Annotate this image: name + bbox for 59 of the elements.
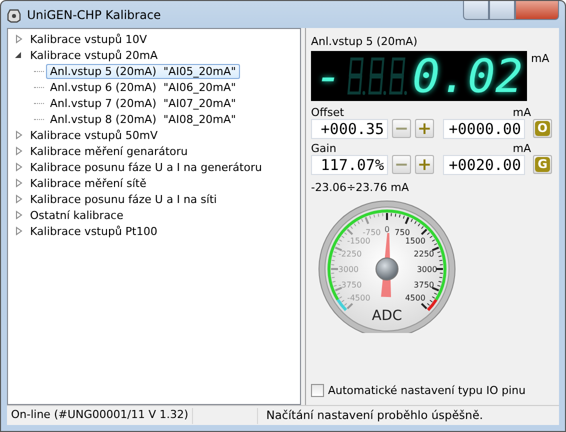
gain-label: Gain [311, 142, 336, 154]
channel-title: Anl.vstup 5 (20mA) [311, 34, 418, 50]
range-label: -23.06÷23.76 mA [311, 180, 410, 196]
tree-item[interactable]: Anl.vstup 8 (20mA) "AI08_20mA" [46, 112, 240, 126]
collapsed-arrow-icon[interactable] [14, 130, 24, 140]
window-title: UniGEN-CHP Kalibrace [27, 6, 161, 24]
tree-item[interactable]: Anl.vstup 6 (20mA) "AI06_20mA" [46, 80, 240, 94]
tree-item[interactable]: Kalibrace vstupů 20mA [26, 48, 162, 62]
display-sign: - [315, 52, 343, 98]
tree-item[interactable]: Anl.vstup 7 (20mA) "AI07_20mA" [46, 96, 240, 110]
unit-label: mA [512, 106, 531, 118]
status-message: Načítání nastavení proběhlo úspěšně. [265, 406, 484, 424]
scale-label: -3750 [338, 280, 362, 290]
collapsed-arrow-icon[interactable] [14, 34, 24, 44]
checkbox[interactable] [311, 384, 324, 398]
collapsed-arrow-icon[interactable] [14, 162, 24, 172]
tree-item[interactable]: Kalibrace posunu fáze U a I na síti [26, 192, 221, 206]
scale-label: 1500 [405, 236, 426, 246]
app-icon [7, 6, 21, 22]
tree-item[interactable]: Kalibrace měření genarátoru [26, 144, 192, 158]
connection-status: On-line (#UNG00001/11 V 1.32) [10, 407, 190, 424]
scale-label: 4500 [405, 293, 426, 302]
value-field[interactable]: 117.07% [311, 154, 388, 174]
gauge-title: ADC [372, 308, 402, 324]
close-button[interactable] [515, 1, 559, 20]
scale-label: 3750 [414, 280, 434, 290]
scale-label: 0 [384, 225, 390, 234]
maximize-button[interactable] [489, 1, 515, 20]
tree-item[interactable]: Anl.vstup 5 (20mA) "AI05_20mA" [46, 64, 240, 78]
unit-label: mA [512, 142, 531, 154]
scale-label: -3000 [335, 265, 359, 274]
collapsed-arrow-icon[interactable] [14, 146, 24, 156]
tree-item[interactable]: Kalibrace vstupů 50mV [26, 128, 162, 142]
scale-label: 750 [394, 228, 410, 238]
scale-label: -4500 [347, 293, 370, 302]
scale-label: -750 [362, 228, 381, 238]
scale-label: 3000 [416, 265, 438, 274]
value-field[interactable]: +000.35 [311, 118, 388, 138]
minimize-button[interactable] [463, 1, 489, 20]
display-value: 0.02 [412, 52, 523, 98]
reference-field[interactable]: +0000.00 [443, 118, 525, 138]
tree-item[interactable]: Kalibrace měření sítě [26, 176, 150, 190]
collapsed-arrow-icon[interactable] [14, 210, 24, 220]
collapsed-arrow-icon[interactable] [14, 226, 24, 236]
scale-label: -1500 [347, 236, 370, 246]
tree-item[interactable]: Ostatní kalibrace [26, 208, 128, 222]
collapsed-arrow-icon[interactable] [14, 194, 24, 204]
expanded-arrow-icon[interactable] [14, 50, 24, 60]
gauge-knob [376, 258, 398, 280]
collapsed-arrow-icon[interactable] [14, 178, 24, 188]
scale-label: 2250 [414, 250, 434, 259]
checkbox-label: Automatické nastavení typu IO pinu [328, 382, 526, 398]
scale-label: -2250 [338, 250, 362, 259]
tree-item[interactable]: Kalibrace vstupů 10V [26, 32, 151, 46]
tree-item[interactable]: Kalibrace posunu fáze U a I na generátoru [26, 160, 266, 174]
unit-label: mA [531, 50, 550, 66]
offset-label: Offset [311, 106, 344, 118]
tree-item[interactable]: Kalibrace vstupů Pt100 [26, 224, 162, 238]
reference-field[interactable]: +0020.00 [443, 154, 525, 174]
